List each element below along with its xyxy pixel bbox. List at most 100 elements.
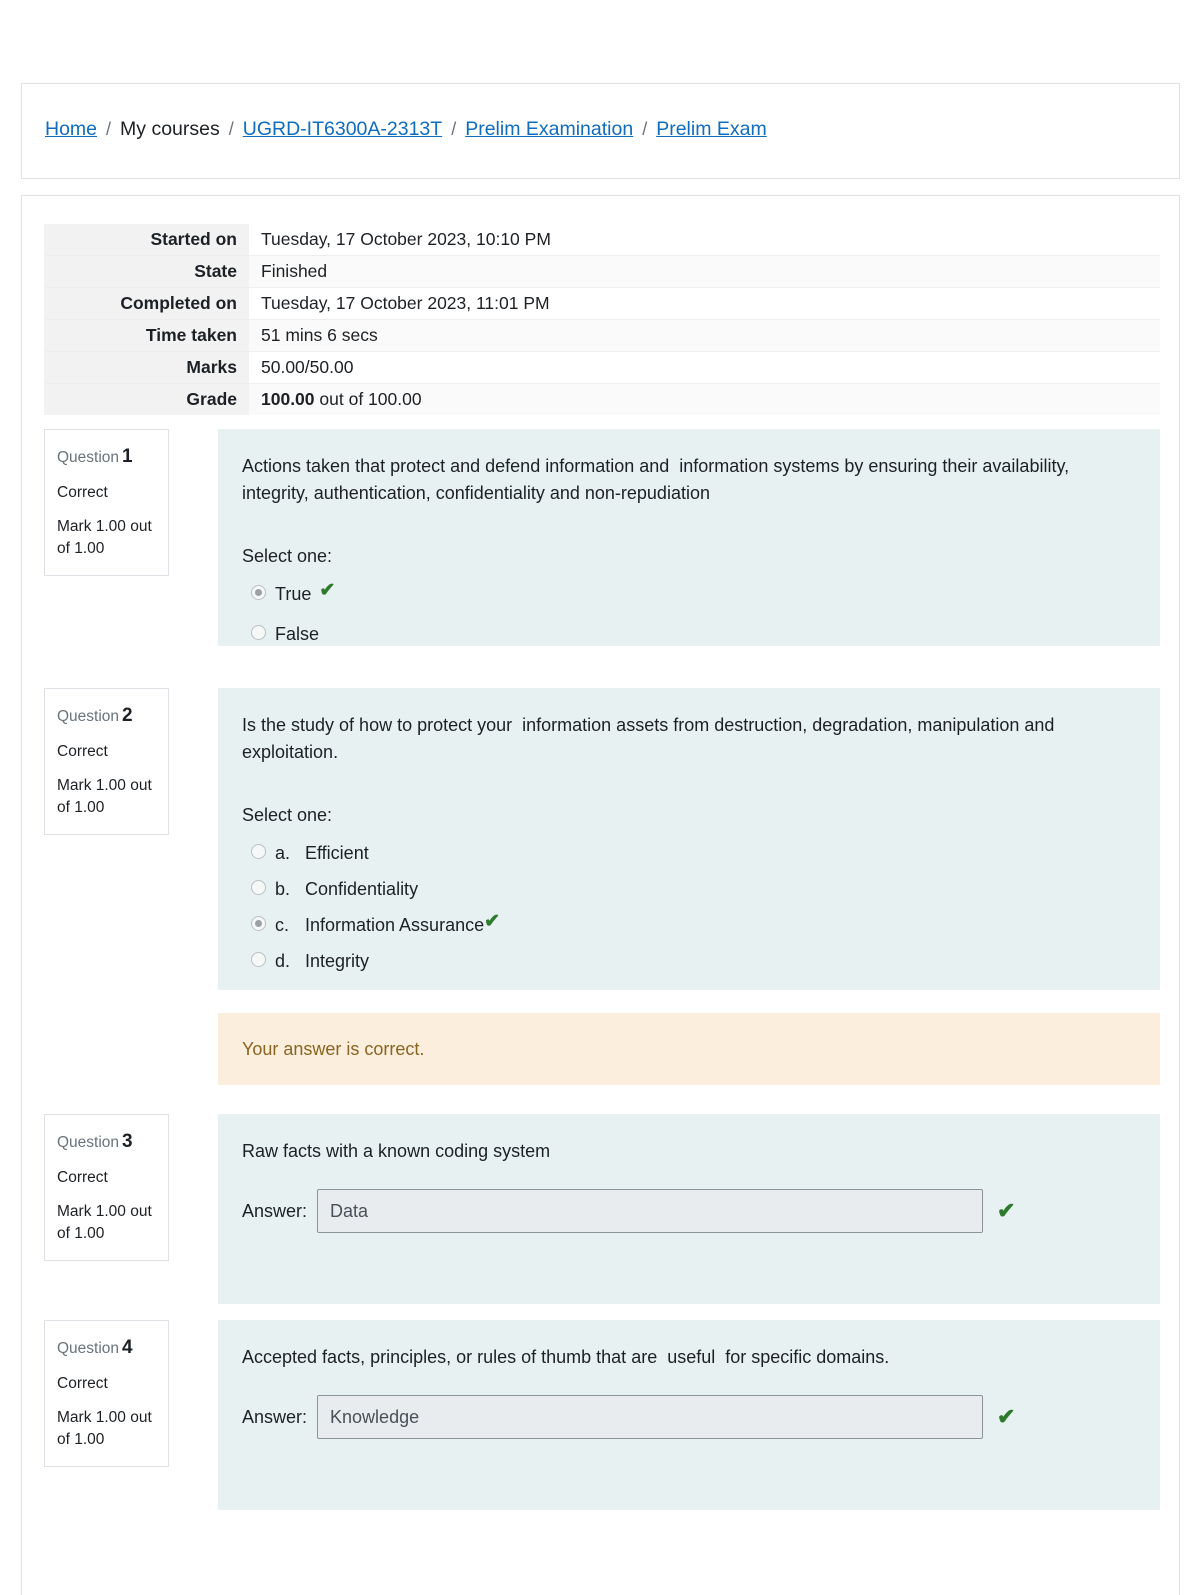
summary-value-started-on: Tuesday, 17 October 2023, 10:10 PM: [249, 224, 1160, 256]
question-number-value: 2: [122, 705, 133, 726]
breadcrumb-separator: /: [451, 119, 457, 139]
question-number-label: Question: [57, 708, 120, 725]
answer-option-letter: b.: [275, 879, 291, 900]
question-state: Correct: [57, 483, 108, 501]
question-info-box: Question 3 Correct Mark 1.00 out of 1.00: [44, 1114, 169, 1261]
breadcrumb-separator: /: [228, 119, 234, 139]
question-number-label: Question: [57, 449, 120, 466]
quiz-review-card: Started on Tuesday, 17 October 2023, 10:…: [21, 195, 1180, 1595]
correct-check-icon: ✔: [997, 1404, 1016, 1429]
grade-suffix: out of 100.00: [314, 389, 422, 409]
summary-label-marks: Marks: [44, 351, 249, 384]
summary-label-state: State: [44, 255, 249, 288]
question-number-value: 4: [122, 1337, 133, 1358]
breadcrumb-item-section[interactable]: Prelim Examination: [465, 119, 633, 140]
answer-option-true[interactable]: True ✔: [242, 581, 1136, 607]
correct-check-icon: ✔: [319, 580, 336, 601]
question-text: Raw facts with a known coding system: [242, 1141, 551, 1161]
breadcrumb-separator: /: [642, 119, 648, 139]
summary-value-completed-on: Tuesday, 17 October 2023, 11:01 PM: [249, 287, 1160, 320]
summary-label-completed-on: Completed on: [44, 287, 249, 320]
short-answer-row: Answer: ✔: [242, 1395, 1136, 1439]
answer-option-letter: c.: [275, 915, 290, 936]
summary-value-time-taken: 51 mins 6 secs: [249, 319, 1160, 352]
table-row: Started on Tuesday, 17 October 2023, 10:…: [44, 224, 1160, 256]
table-row: Marks 50.00/50.00: [44, 351, 1160, 384]
breadcrumb-item-activity[interactable]: Prelim Exam: [656, 119, 767, 140]
question-info-box: Question 2 Correct Mark 1.00 out of 1.00: [44, 688, 169, 835]
answer-option-label: Integrity: [305, 951, 370, 972]
question-text: Is the study of how to protect your info…: [242, 715, 1060, 762]
radio-icon[interactable]: [251, 952, 266, 968]
question-mark: Mark 1.00 out of 1.00: [57, 1203, 152, 1243]
table-row: Completed on Tuesday, 17 October 2023, 1…: [44, 287, 1160, 320]
answer-option-label: False: [275, 624, 320, 645]
summary-label-started-on: Started on: [44, 224, 249, 256]
question-number-value: 1: [122, 446, 133, 467]
radio-icon[interactable]: [251, 916, 266, 932]
question-number: Question 4: [57, 1334, 156, 1362]
answer-option-letter: a.: [275, 843, 291, 863]
answer-input[interactable]: [317, 1395, 984, 1439]
question-mark: Mark 1.00 out of 1.00: [57, 777, 152, 817]
summary-value-state: Finished: [249, 255, 1160, 288]
breadcrumb-item-course[interactable]: UGRD-IT6300A-2313T: [243, 119, 442, 140]
question-feedback: Your answer is correct.: [218, 1013, 1160, 1085]
question-info-box: Question 1 Correct Mark 1.00 out of 1.00: [44, 429, 169, 576]
attempt-summary-table: Started on Tuesday, 17 October 2023, 10:…: [44, 224, 1160, 415]
select-one-label: Select one:: [242, 805, 333, 825]
answer-label: Answer:: [242, 1200, 308, 1221]
breadcrumb-item-my-courses: My courses: [120, 118, 220, 140]
question-number: Question 1: [57, 443, 156, 471]
question-text: Actions taken that protect and defend in…: [242, 456, 1080, 503]
question-mark: Mark 1.00 out of 1.00: [57, 1409, 152, 1449]
question-state: Correct: [57, 742, 108, 760]
question-body: Is the study of how to protect your info…: [218, 688, 1160, 990]
table-row: Time taken 51 mins 6 secs: [44, 319, 1160, 352]
radio-icon[interactable]: [251, 585, 266, 600]
table-row: State Finished: [44, 255, 1160, 288]
answer-option-label: True: [275, 584, 312, 604]
question-text: Accepted facts, principles, or rules of …: [242, 1347, 890, 1367]
breadcrumb-item-home[interactable]: Home: [45, 119, 97, 140]
answer-option-label: Confidentiality: [305, 879, 419, 900]
question-number-value: 3: [122, 1131, 133, 1152]
answer-option-label: Efficient: [305, 843, 369, 863]
question-state: Correct: [57, 1168, 108, 1186]
breadcrumb-card: Home / My courses / UGRD-IT6300A-2313T /…: [21, 83, 1180, 179]
answer-input[interactable]: [317, 1189, 984, 1233]
radio-icon[interactable]: [251, 625, 266, 641]
question-state: Correct: [57, 1374, 108, 1392]
question-body: Actions taken that protect and defend in…: [218, 429, 1160, 646]
answer-option-b[interactable]: b. Confidentiality: [242, 876, 1136, 902]
question-body: Accepted facts, principles, or rules of …: [218, 1320, 1160, 1510]
summary-value-marks: 50.00/50.00: [249, 351, 1160, 384]
answer-option-a[interactable]: a. Efficient: [242, 840, 1136, 866]
grade-score: 100.00: [261, 389, 315, 409]
answer-label: Answer:: [242, 1406, 308, 1427]
question-number-label: Question: [57, 1340, 120, 1357]
breadcrumb-separator: /: [106, 119, 112, 139]
question-mark: Mark 1.00 out of 1.00: [57, 518, 152, 558]
summary-label-grade: Grade: [44, 383, 249, 415]
correct-check-icon: ✔: [997, 1198, 1016, 1223]
answer-option-d[interactable]: d. Integrity: [242, 948, 1136, 974]
breadcrumb: Home / My courses / UGRD-IT6300A-2313T /…: [45, 118, 767, 140]
question-number: Question 2: [57, 702, 156, 730]
answer-option-c[interactable]: c. Information Assurance ✔: [242, 912, 1136, 938]
question-number-label: Question: [57, 1134, 120, 1151]
answer-option-false[interactable]: False: [242, 621, 1136, 647]
radio-icon[interactable]: [251, 880, 266, 896]
question-body: Raw facts with a known coding system Ans…: [218, 1114, 1160, 1304]
short-answer-row: Answer: ✔: [242, 1189, 1136, 1233]
question-number: Question 3: [57, 1128, 156, 1156]
table-row: Grade 100.00 out of 100.00: [44, 383, 1160, 415]
feedback-text: Your answer is correct.: [242, 1039, 425, 1059]
summary-value-grade: 100.00 out of 100.00: [249, 383, 1160, 415]
radio-icon[interactable]: [251, 844, 266, 859]
question-info-box: Question 4 Correct Mark 1.00 out of 1.00: [44, 1320, 169, 1467]
select-one-label: Select one:: [242, 546, 333, 566]
answer-option-label: Information Assurance: [305, 915, 485, 936]
correct-check-icon: ✔: [484, 911, 501, 933]
summary-label-time-taken: Time taken: [44, 319, 249, 352]
